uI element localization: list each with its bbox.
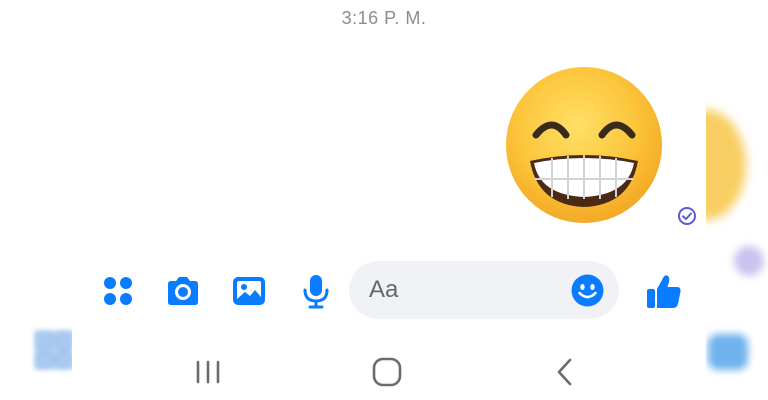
thumbs-up-icon[interactable]	[645, 272, 683, 310]
recents-icon[interactable]	[190, 354, 226, 390]
camera-icon[interactable]	[164, 272, 202, 310]
message-input-placeholder: Aa	[369, 276, 399, 303]
grinning-face-emoji-icon	[506, 67, 662, 223]
message-composer: Aa	[0, 258, 768, 322]
sent-check-icon	[677, 206, 697, 226]
back-icon[interactable]	[547, 354, 583, 390]
message-timestamp: 3:16 P. M.	[341, 8, 427, 28]
menu-grid-icon[interactable]	[99, 272, 137, 310]
blurred-left-panel	[0, 0, 72, 400]
system-navigation-bar	[0, 346, 768, 396]
microphone-icon[interactable]	[297, 272, 335, 310]
blurred-emoji-edge	[706, 110, 746, 220]
smiley-icon[interactable]	[571, 274, 604, 307]
emoji-message[interactable]	[504, 65, 664, 225]
gallery-icon[interactable]	[230, 272, 268, 310]
home-icon[interactable]	[369, 354, 405, 390]
message-input[interactable]: Aa	[349, 261, 619, 319]
blurred-right-panel	[706, 0, 768, 400]
